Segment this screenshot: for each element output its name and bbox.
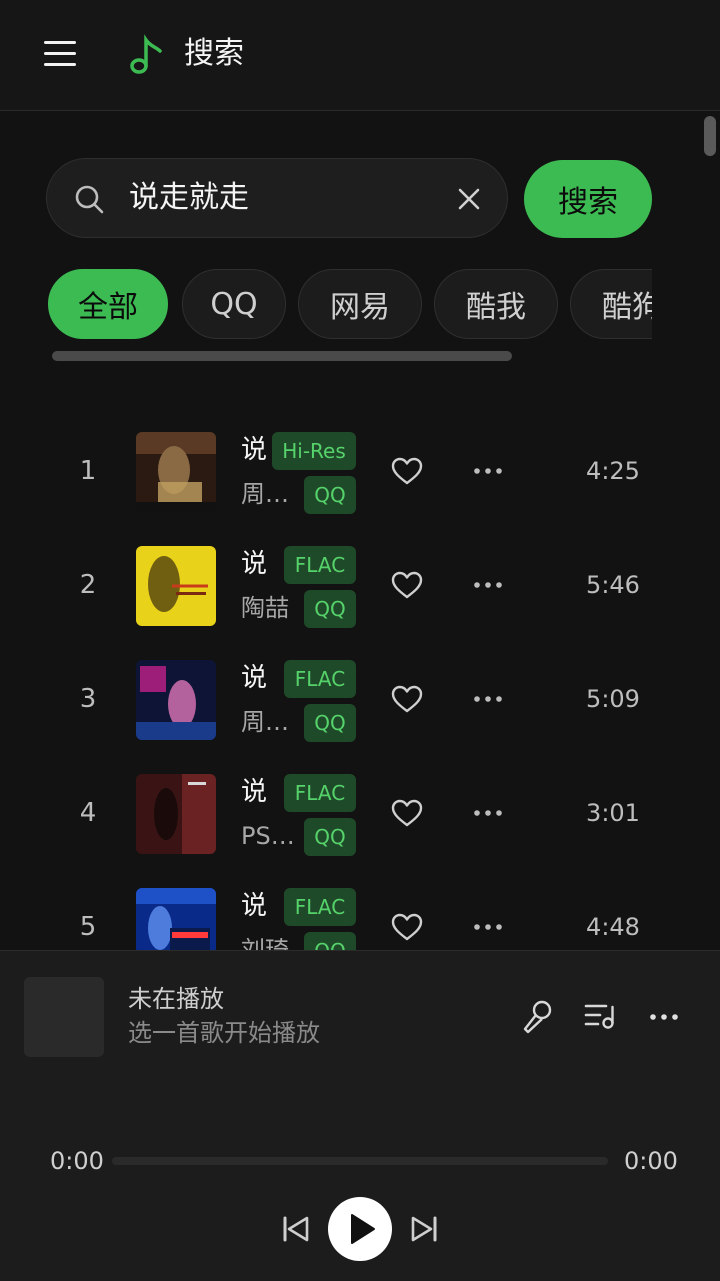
- song-title: 说: [241, 663, 268, 693]
- search-button[interactable]: 搜索: [524, 160, 652, 238]
- artist-name: PS…: [241, 822, 295, 850]
- current-time: 0:00: [50, 1147, 104, 1175]
- tab-qq[interactable]: QQ: [182, 269, 286, 339]
- tab-all[interactable]: 全部: [48, 269, 168, 339]
- now-playing-cover[interactable]: [24, 977, 104, 1057]
- more-icon[interactable]: [472, 575, 504, 595]
- quality-badge: FLAC: [284, 546, 356, 584]
- track-duration: 5:09: [586, 685, 640, 713]
- total-time: 0:00: [624, 1147, 678, 1175]
- song-title: 说: [241, 891, 268, 921]
- mini-player: 未在播放 选一首歌开始播放 0:00 0:00: [0, 950, 720, 1281]
- more-icon[interactable]: [648, 1007, 680, 1027]
- track-duration: 3:01: [586, 799, 640, 827]
- previous-icon[interactable]: [280, 1213, 312, 1245]
- search-icon: [75, 185, 104, 214]
- more-icon[interactable]: [472, 689, 504, 709]
- list-item[interactable]: 2 说 FLAC 陶喆 QQ 5:46: [0, 528, 720, 642]
- quality-badge: FLAC: [284, 774, 356, 812]
- album-cover: [136, 432, 216, 512]
- heart-icon[interactable]: [391, 571, 423, 599]
- playlist-icon[interactable]: [584, 1001, 616, 1031]
- track-index: 1: [79, 456, 97, 486]
- artist-name: 周…: [241, 480, 289, 508]
- source-badge: QQ: [304, 818, 356, 856]
- page-title: 搜索: [184, 36, 244, 71]
- track-index: 5: [79, 912, 97, 942]
- source-badge: QQ: [304, 476, 356, 514]
- results-list: 1 说 Hi-Res 周… QQ 4:25 2 说 FLAC 陶喆 QQ 5:4…: [0, 414, 720, 950]
- play-icon: [351, 1214, 375, 1244]
- more-icon[interactable]: [472, 803, 504, 823]
- list-item[interactable]: 1 说 Hi-Res 周… QQ 4:25: [0, 414, 720, 528]
- next-icon[interactable]: [408, 1213, 440, 1245]
- song-title: 说: [241, 435, 268, 465]
- heart-icon[interactable]: [391, 685, 423, 713]
- source-badge: QQ: [304, 590, 356, 628]
- quality-badge: FLAC: [284, 888, 356, 926]
- vertical-scrollbar[interactable]: [704, 116, 716, 156]
- search-input[interactable]: 说走就走: [46, 158, 508, 238]
- tab-kuwo[interactable]: 酷我: [434, 269, 558, 339]
- track-index: 4: [79, 798, 97, 828]
- artist-name: 周…: [241, 708, 289, 736]
- album-cover: [136, 774, 216, 854]
- artist-name: 陶喆: [241, 594, 289, 622]
- now-playing-subtitle: 选一首歌开始播放: [128, 1019, 320, 1047]
- music-note-icon: [130, 34, 162, 74]
- tabs-scrollbar[interactable]: [52, 351, 512, 361]
- top-bar: 搜索: [0, 0, 720, 111]
- tab-netease[interactable]: 网易: [298, 269, 422, 339]
- source-badge: QQ: [304, 704, 356, 742]
- search-query-text[interactable]: 说走就走: [129, 176, 249, 220]
- hamburger-menu-icon[interactable]: [44, 38, 76, 70]
- heart-icon[interactable]: [391, 457, 423, 485]
- song-title: 说: [241, 549, 268, 579]
- track-index: 3: [79, 684, 97, 714]
- close-icon[interactable]: [455, 185, 483, 213]
- heart-icon[interactable]: [391, 799, 423, 827]
- track-duration: 4:25: [586, 457, 640, 485]
- list-item[interactable]: 3 说 FLAC 周… QQ 5:09: [0, 642, 720, 756]
- source-badge: QQ: [304, 932, 356, 950]
- tab-kugou[interactable]: 酷狗: [570, 269, 652, 339]
- heart-icon[interactable]: [391, 913, 423, 941]
- play-button[interactable]: [328, 1197, 392, 1261]
- list-item[interactable]: 5 说 FLAC 刘琦 QQ 4:48: [0, 870, 720, 950]
- song-title: 说: [241, 777, 268, 807]
- quality-badge: FLAC: [284, 660, 356, 698]
- more-icon[interactable]: [472, 461, 504, 481]
- more-icon[interactable]: [472, 917, 504, 937]
- album-cover: [136, 546, 216, 626]
- track-index: 2: [79, 570, 97, 600]
- list-item[interactable]: 4 说 FLAC PS… QQ 3:01: [0, 756, 720, 870]
- microphone-icon[interactable]: [520, 999, 554, 1035]
- source-tabs: 全部 QQ 网易 酷我 酷狗: [48, 269, 652, 341]
- now-playing-title: 未在播放: [128, 985, 224, 1013]
- track-duration: 5:46: [586, 571, 640, 599]
- quality-badge: Hi-Res: [272, 432, 356, 470]
- track-duration: 4:48: [586, 913, 640, 941]
- album-cover: [136, 660, 216, 740]
- progress-slider[interactable]: [112, 1157, 608, 1165]
- artist-name: 刘琦: [241, 936, 289, 950]
- album-cover: [136, 888, 216, 950]
